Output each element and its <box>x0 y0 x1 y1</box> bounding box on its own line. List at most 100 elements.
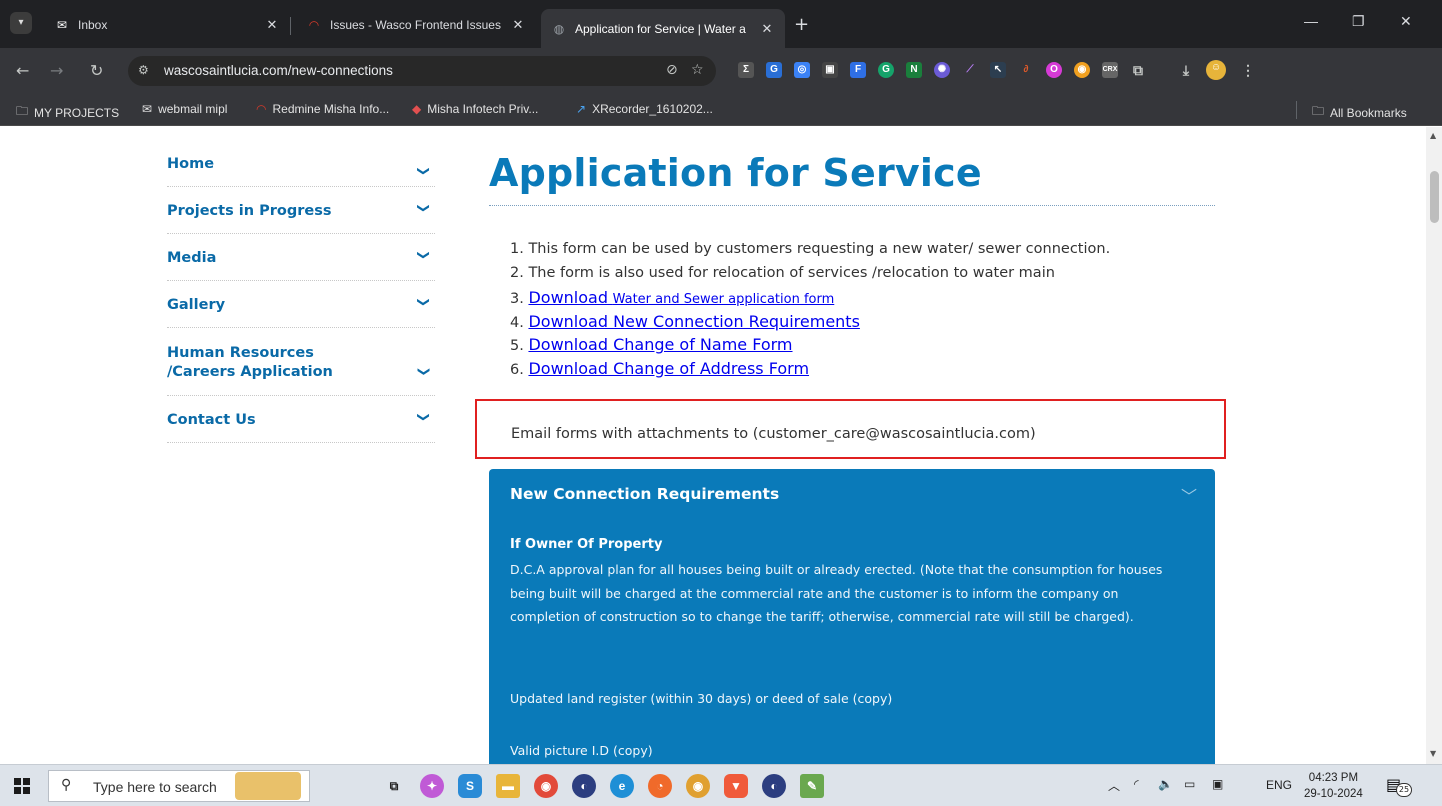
chevron-down-icon[interactable]: ❯ <box>417 412 431 422</box>
eclipse-icon[interactable]: ◐ <box>572 774 596 798</box>
chevron-down-icon[interactable]: ❯ <box>417 250 431 260</box>
window-extension-icon[interactable]: ▣ <box>822 62 838 78</box>
language-indicator[interactable]: ENG <box>1266 778 1292 792</box>
fi-extension-icon[interactable]: F <box>850 62 866 78</box>
scrollbar-thumb[interactable] <box>1430 171 1439 223</box>
globe-icon: ◍ <box>553 21 565 36</box>
tab-inbox[interactable]: ✉ Inbox ✕ <box>44 9 290 41</box>
bookmark-star-icon[interactable]: ☆ <box>691 62 704 78</box>
sidebar-item-projects[interactable]: Projects in Progress ❯ <box>167 187 435 234</box>
copilot-icon[interactable]: ✦ <box>420 774 444 798</box>
bookmark-xrecorder[interactable]: ↗ XRecorder_1610202... <box>576 102 713 116</box>
accordion-heading[interactable]: New Connection Requirements <box>510 485 779 503</box>
restore-icon[interactable]: ❐ <box>1352 13 1365 30</box>
eye-off-icon[interactable]: ⊘ <box>666 62 678 78</box>
notification-center-icon[interactable]: ▤ 25 <box>1386 775 1412 797</box>
address-bar[interactable]: ⚙ wascosaintlucia.com/new-connections ⊘ … <box>128 56 716 86</box>
cd-mail-icon: ✉ <box>142 102 153 116</box>
sidebar-item-contact[interactable]: Contact Us ❯ <box>167 396 435 443</box>
cd-mail-icon: ✉ <box>56 18 68 32</box>
minimize-icon[interactable]: — <box>1304 13 1318 29</box>
web-page: Home ❯ Projects in Progress ❯ Media ❯ Ga… <box>0 127 1426 764</box>
browser-tab-bar: ▾ ✉ Inbox ✕ ◠ Issues - Wasco Frontend Is… <box>0 0 1442 48</box>
circle-extension-icon[interactable]: O <box>1046 62 1062 78</box>
folder-icon: 🗀 <box>1312 104 1325 118</box>
sigma-extension-icon[interactable]: Σ <box>738 62 754 78</box>
skype-icon[interactable]: S <box>458 774 482 798</box>
download-connection-requirements-link[interactable]: Download New Connection Requirements <box>528 312 859 331</box>
bookmark-my-projects[interactable]: 🗀 MY PROJECTS <box>16 102 119 123</box>
close-tab-icon[interactable]: ✕ <box>759 21 775 37</box>
chevron-down-icon[interactable]: ❯ <box>417 203 431 213</box>
site-info-icon[interactable]: ⚙ <box>138 63 149 77</box>
taskbar-search-box[interactable]: ⚲ Type here to search <box>48 770 310 802</box>
volume-icon[interactable]: 🔈 <box>1158 777 1173 791</box>
chevron-down-icon[interactable]: ❯ <box>417 297 431 307</box>
grammarly-extension-icon[interactable]: G <box>878 62 894 78</box>
sidebar-item-careers[interactable]: Human Resources /Careers Application ❯ <box>167 328 435 396</box>
download-icon[interactable]: ⤓ <box>1178 62 1194 78</box>
reload-icon[interactable]: ↻ <box>90 61 103 80</box>
tray-chevron-up-icon[interactable]: ︿ <box>1108 777 1120 794</box>
gear-extension-icon[interactable]: ✺ <box>934 62 950 78</box>
bookmark-redmine[interactable]: ◠ Redmine Misha Info... <box>256 102 389 116</box>
task-view-icon[interactable]: ⧉ <box>382 774 406 798</box>
close-window-icon[interactable]: ✕ <box>1400 13 1412 30</box>
sidebar-item-gallery[interactable]: Gallery ❯ <box>167 281 435 328</box>
scroll-down-arrow-icon[interactable]: ▼ <box>1430 749 1436 758</box>
tab-application-for-service[interactable]: ◍ Application for Service | Water a ✕ <box>541 9 785 48</box>
crx-extension-icon[interactable]: CRX <box>1102 62 1118 78</box>
close-tab-icon[interactable]: ✕ <box>264 17 280 33</box>
windows-start-icon[interactable] <box>14 778 30 794</box>
profile-avatar-icon[interactable]: ☺ <box>1206 60 1226 80</box>
n-extension-icon[interactable]: N <box>906 62 922 78</box>
bookmark-misha-infotech[interactable]: ◆ Misha Infotech Priv... <box>412 102 538 116</box>
new-tab-plus-icon[interactable]: + <box>794 14 809 35</box>
redmine-icon: ◠ <box>256 102 267 116</box>
ime-icon[interactable]: ▣ <box>1212 777 1223 791</box>
email-highlight-box: Email forms with attachments to (custome… <box>475 399 1226 459</box>
sidebar-item-media[interactable]: Media ❯ <box>167 234 435 281</box>
wifi-icon[interactable]: ◜ <box>1134 777 1139 791</box>
bookmarks-bar: 🗀 MY PROJECTS ✉ webmail mipl ◠ Redmine M… <box>0 94 1442 126</box>
sidebar-item-home[interactable]: Home ❯ <box>167 139 435 187</box>
new-connection-accordion: New Connection Requirements ﹀ If Owner O… <box>489 469 1215 764</box>
forward-arrow-icon[interactable]: → <box>50 61 63 80</box>
screenshot-extension-icon[interactable]: ◎ <box>794 62 810 78</box>
translate-extension-icon[interactable]: G <box>766 62 782 78</box>
chrome-canary-icon[interactable]: ◉ <box>686 774 710 798</box>
tab-issues[interactable]: ◠ Issues - Wasco Frontend Issues ✕ <box>296 9 536 41</box>
firefox-icon[interactable]: ◔ <box>648 774 672 798</box>
curve-extension-icon[interactable]: ∂ <box>1018 62 1034 78</box>
taskbar-clock[interactable]: 04:23 PM 29-10-2024 <box>1304 770 1363 802</box>
tab-search-chevron-icon[interactable]: ▾ <box>10 12 32 34</box>
download-water-sewer-form-link[interactable]: Download Water and Sewer application for… <box>528 288 834 307</box>
misha-icon: ◆ <box>412 102 422 116</box>
notepad-icon[interactable]: ✎ <box>800 774 824 798</box>
chevron-down-icon[interactable]: ﹀ <box>1181 483 1197 507</box>
chrome-icon[interactable]: ◉ <box>534 774 558 798</box>
all-bookmarks[interactable]: 🗀 All Bookmarks <box>1312 102 1407 123</box>
page-scrollbar[interactable]: ▲ ▼ <box>1426 127 1442 764</box>
xrecorder-icon: ↗ <box>576 102 587 116</box>
requirement-item: Valid picture I.D (copy) <box>510 743 653 758</box>
edge-icon[interactable]: e <box>610 774 634 798</box>
chevron-down-icon[interactable]: ❯ <box>414 366 433 376</box>
chevron-down-icon[interactable]: ❯ <box>417 166 431 176</box>
battery-icon[interactable]: ▭ <box>1184 777 1195 791</box>
file-explorer-icon[interactable]: ▬ <box>496 774 520 798</box>
ring-extension-icon[interactable]: ◉ <box>1074 62 1090 78</box>
download-change-of-name-link[interactable]: Download Change of Name Form <box>528 335 792 354</box>
download-change-of-address-link[interactable]: Download Change of Address Form <box>528 359 809 378</box>
close-tab-icon[interactable]: ✕ <box>510 17 526 33</box>
url-text[interactable]: wascosaintlucia.com/new-connections <box>164 63 393 78</box>
feather-extension-icon[interactable]: ⟋ <box>962 62 978 78</box>
back-arrow-icon[interactable]: ← <box>16 61 29 80</box>
bookmark-webmail[interactable]: ✉ webmail mipl <box>142 102 227 116</box>
menu-kebab-icon[interactable]: ⋮ <box>1240 62 1256 78</box>
brave-icon[interactable]: ▼ <box>724 774 748 798</box>
eclipse-2-icon[interactable]: ◐ <box>762 774 786 798</box>
puzzle-extensions-icon[interactable]: ⧉ <box>1130 62 1146 78</box>
scroll-up-arrow-icon[interactable]: ▲ <box>1430 131 1436 140</box>
cursor-extension-icon[interactable]: ↖ <box>990 62 1006 78</box>
